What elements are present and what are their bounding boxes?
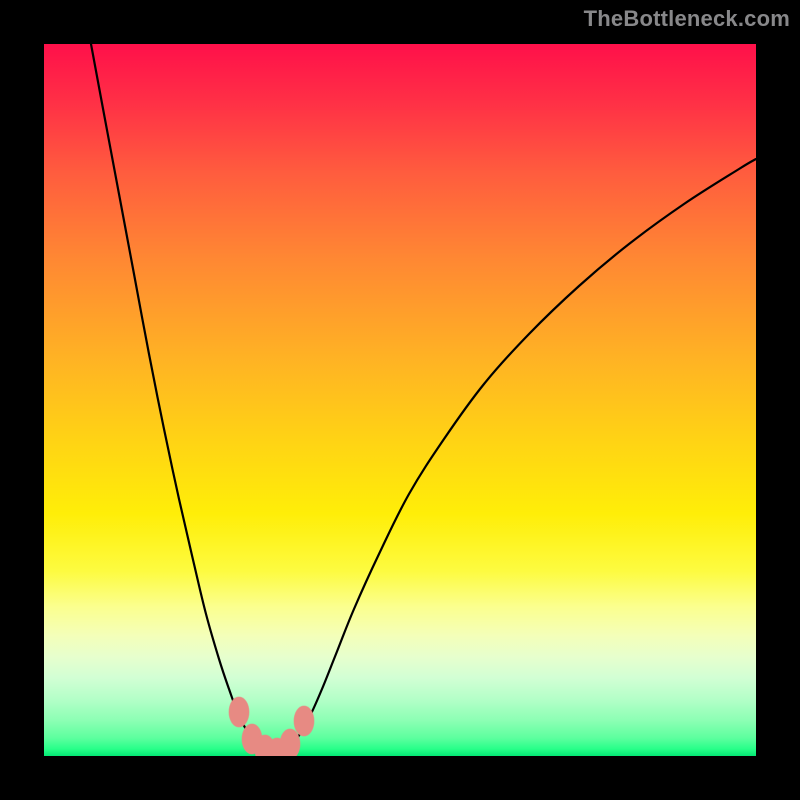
- bottleneck-curve: [44, 44, 756, 756]
- data-marker: [280, 729, 300, 756]
- watermark-text: TheBottleneck.com: [584, 6, 790, 32]
- data-marker: [229, 697, 249, 727]
- data-marker: [294, 706, 314, 736]
- plot-area: [44, 44, 756, 756]
- chart-frame: TheBottleneck.com: [0, 0, 800, 800]
